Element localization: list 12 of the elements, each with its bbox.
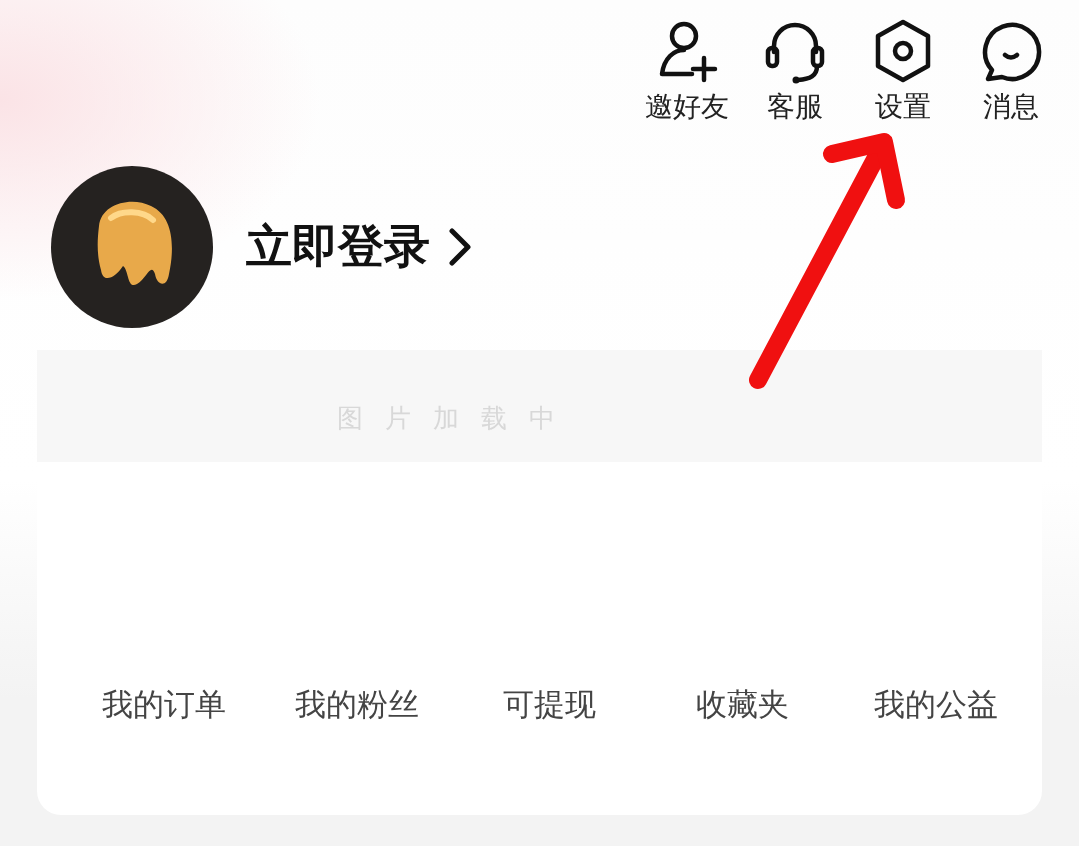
header-action[interactable]: 设置 <box>855 18 951 126</box>
chevron-right-icon <box>448 227 472 267</box>
header-action[interactable]: 客服 <box>747 18 843 126</box>
header-action[interactable]: 消息 <box>963 18 1059 126</box>
menu-item[interactable]: 可提现 <box>503 684 596 726</box>
menu-item[interactable]: 我的公益 <box>873 684 998 726</box>
avatar-icon <box>51 166 213 328</box>
menu-item[interactable]: 我的粉丝 <box>294 684 419 726</box>
menu-item[interactable]: 我的订单 <box>101 684 226 726</box>
header-action[interactable]: 邀好友 <box>639 18 735 126</box>
login-link[interactable]: 立即登录 <box>246 216 430 278</box>
menu-item[interactable]: 收藏夹 <box>696 684 789 726</box>
